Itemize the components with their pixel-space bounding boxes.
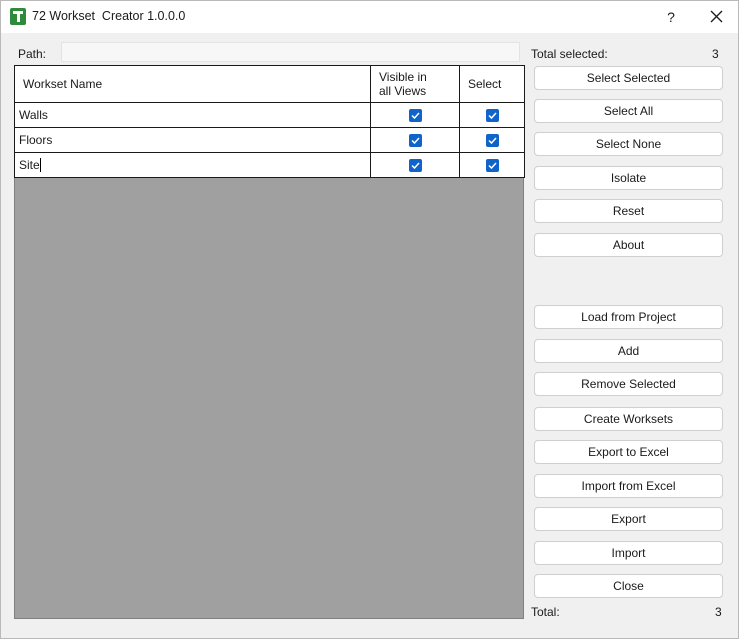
about-button[interactable]: About [534,233,723,257]
select-cell[interactable] [459,102,525,128]
table-row[interactable]: Walls [14,102,525,128]
table-row[interactable]: Floors [14,127,525,153]
text-cursor [39,158,41,173]
workset-name: Site [19,157,40,172]
table-row[interactable]: Site [14,152,525,178]
column-header-label: Visible in [379,70,427,84]
total-count: 3 [715,605,722,619]
export-button[interactable]: Export [534,507,723,531]
path-input[interactable] [61,42,520,62]
import-from-excel-button[interactable]: Import from Excel [534,474,723,498]
workset-name: Walls [19,108,48,122]
load-from-project-button[interactable]: Load from Project [534,305,723,329]
workset-name-cell[interactable]: Site [14,152,371,178]
visible-cell[interactable] [370,102,460,128]
checkmark-icon [410,137,420,145]
visible-checkbox[interactable] [408,109,422,123]
select-none-button[interactable]: Select None [534,132,723,156]
import-button[interactable]: Import [534,541,723,565]
checkmark-icon [487,137,497,145]
add-button[interactable]: Add [534,339,723,363]
visible-checkbox[interactable] [408,159,422,173]
column-header-label: Workset Name [23,77,103,91]
checkmark-icon [410,162,420,170]
column-header-workset-name[interactable]: Workset Name [14,65,371,103]
create-worksets-button[interactable]: Create Worksets [534,407,723,431]
close-button[interactable]: Close [534,574,723,598]
app-window: 72 Workset Creator 1.0.0.0 ? Path: Total… [0,0,739,639]
total-selected-count: 3 [712,47,719,61]
select-checkbox[interactable] [485,109,499,123]
select-selected-button[interactable]: Select Selected [534,66,723,90]
workset-name-cell[interactable]: Walls [14,102,371,128]
help-button[interactable]: ? [657,3,685,31]
remove-selected-button[interactable]: Remove Selected [534,372,723,396]
workset-name: Floors [19,133,53,147]
window-title: 72 Workset Creator 1.0.0.0 [32,9,186,23]
checkmark-icon [487,162,497,170]
close-window-button[interactable] [699,3,733,31]
visible-cell[interactable] [370,127,460,153]
workset-name-cell[interactable]: Floors [14,127,371,153]
column-header-label: all Views [379,84,427,98]
checkmark-icon [487,112,497,120]
select-all-button[interactable]: Select All [534,99,723,123]
select-cell[interactable] [459,127,525,153]
total-label: Total: [531,605,560,619]
path-label: Path: [18,47,47,61]
app-logo-icon [10,8,26,25]
export-to-excel-button[interactable]: Export to Excel [534,440,723,464]
grid-header-row: Workset Name Visible in all Views Select [14,65,525,103]
worksets-grid: Workset Name Visible in all Views Select … [14,65,525,178]
visible-checkbox[interactable] [408,134,422,148]
select-cell[interactable] [459,152,525,178]
select-checkbox[interactable] [485,134,499,148]
select-checkbox[interactable] [485,159,499,173]
close-icon [710,10,722,23]
checkmark-icon [410,112,420,120]
column-header-select[interactable]: Select [459,65,525,103]
visible-cell[interactable] [370,152,460,178]
total-selected-label: Total selected: [531,47,608,61]
reset-button[interactable]: Reset [534,199,723,223]
isolate-button[interactable]: Isolate [534,166,723,190]
title-bar[interactable]: 72 Workset Creator 1.0.0.0 ? [1,1,738,34]
column-header-label: Select [468,77,502,91]
column-header-visible[interactable]: Visible in all Views [370,65,460,103]
